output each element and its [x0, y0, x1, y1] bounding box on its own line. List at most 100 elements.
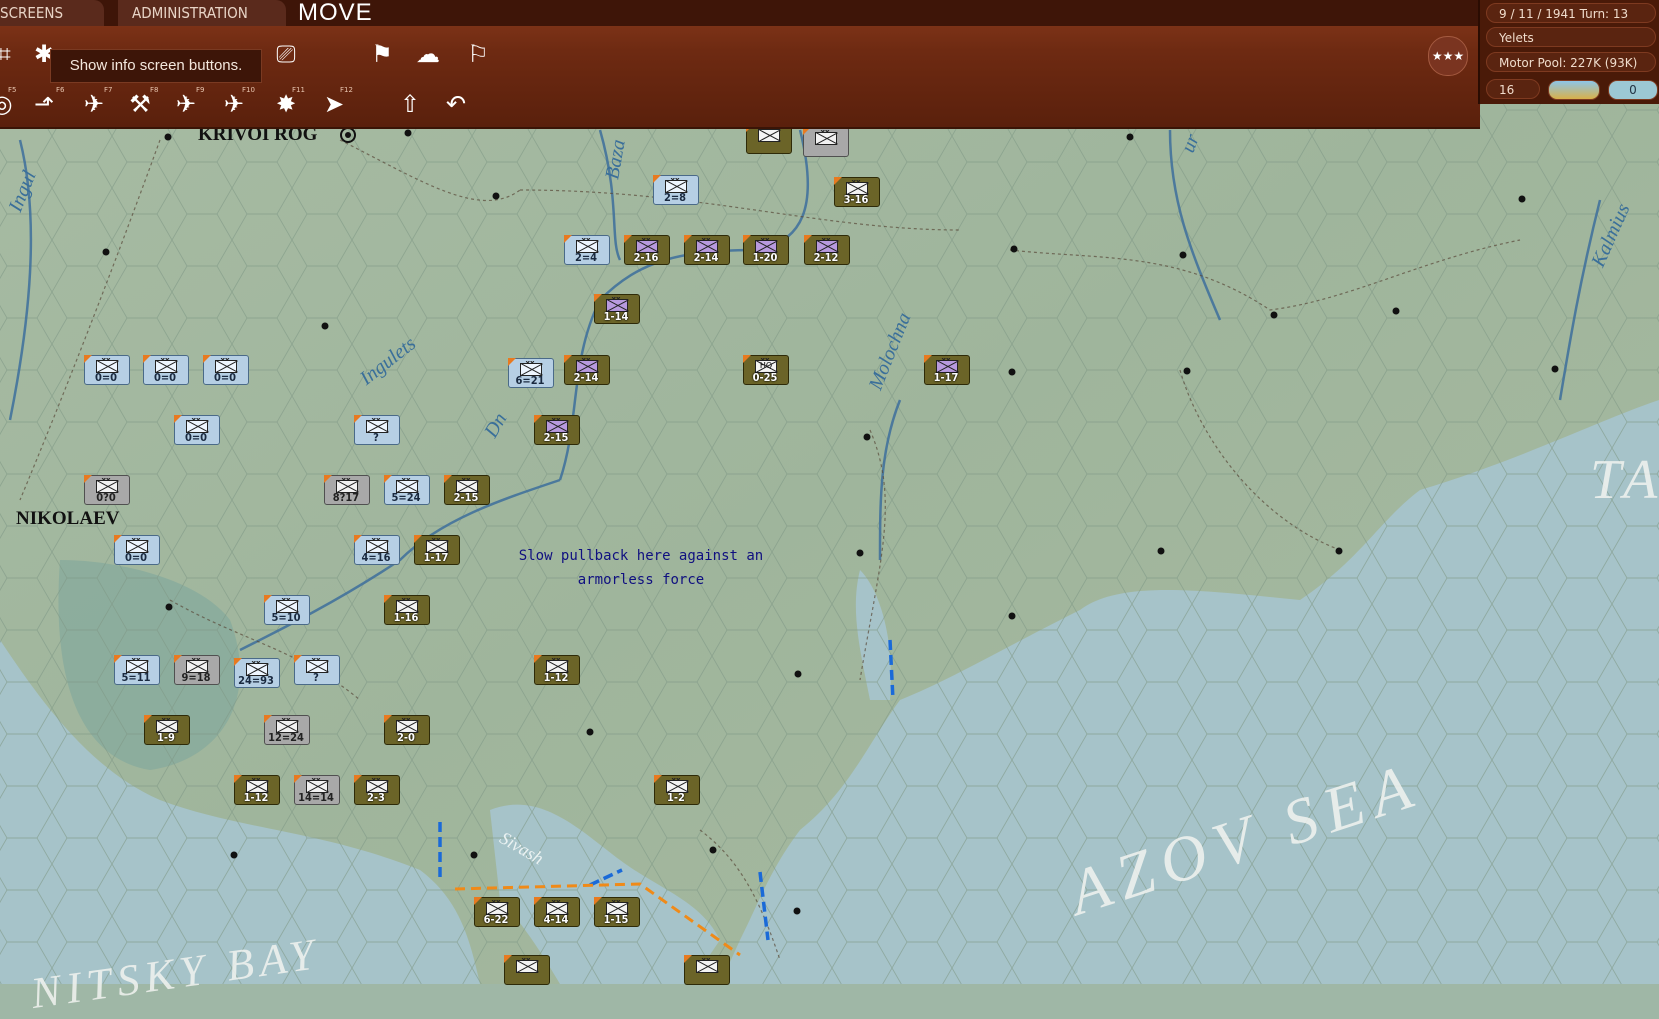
location-field[interactable]: Yelets — [1486, 27, 1656, 47]
unit-counter[interactable]: xx2=8 — [653, 175, 699, 205]
unit-strength-label: 1-2 — [667, 791, 685, 804]
unit-counter[interactable]: xx0?0 — [84, 475, 130, 505]
unit-strength-label: 2=4 — [574, 251, 598, 264]
unit-counter[interactable]: xx14=14 — [294, 775, 340, 805]
unit-counter[interactable]: xx6-22 — [474, 897, 520, 927]
unit-strength-label: 1-12 — [243, 791, 269, 804]
unit-strength-label: 24=93 — [238, 674, 274, 687]
unit-strength-label: 0?0 — [96, 491, 116, 504]
screen-icon[interactable]: ⌗ — [0, 36, 22, 72]
unit-strength-label: 1-9 — [157, 731, 175, 744]
unit-counter[interactable]: xx1-2 — [654, 775, 700, 805]
up-arrow-icon[interactable]: ⇧ — [392, 86, 428, 122]
unit-counter[interactable]: xx2-15 — [444, 475, 490, 505]
unit-strength-label: 2-15 — [453, 491, 479, 504]
fkey-label: F11 — [292, 86, 305, 94]
unit-counter[interactable]: xx0=0 — [174, 415, 220, 445]
unit-strength-label: 2=8 — [663, 191, 687, 204]
unit-counter[interactable]: xx2-0 — [384, 715, 430, 745]
unit-strength-label: 2-15 — [543, 431, 569, 444]
unit-strength-label: 2-12 — [813, 251, 839, 264]
unit-strength-label: ? — [313, 671, 319, 684]
unit-strength-label: ? — [373, 431, 379, 444]
unit-strength-label: 1-17 — [933, 371, 959, 384]
unit-counter[interactable]: xx1-16 — [384, 595, 430, 625]
unit-strength-label: 14=14 — [298, 791, 334, 804]
small-box-value: 0 — [1629, 83, 1637, 97]
unit-counter[interactable]: xx0=0 — [203, 355, 249, 385]
unit-symbol-icon — [516, 960, 538, 973]
unit-counter[interactable]: xx5=11 — [114, 655, 160, 685]
unit-counter[interactable]: xx4-14 — [534, 897, 580, 927]
flag-save-icon[interactable]: ⚑ — [364, 36, 400, 72]
unit-counter[interactable]: xx1-20 — [743, 235, 789, 265]
unit-counter[interactable]: xx2-12 — [804, 235, 850, 265]
command-bar: SCREENS ADMINISTRATION MOVE ⌗ ✱ ⎚ ⚑ ☁ ⚐ … — [0, 0, 1480, 129]
unit-strength-label: 5=24 — [391, 491, 421, 504]
unit-counter[interactable]: xx6=21 — [508, 358, 554, 388]
date-turn: 9 / 11 / 1941 Turn: 13 — [1486, 3, 1656, 23]
weather-bar[interactable] — [1548, 80, 1600, 100]
unit-counter[interactable]: xx1-17 — [414, 535, 460, 565]
unit-counter[interactable]: xx — [803, 127, 849, 157]
unit-counter[interactable]: xx1-12 — [234, 775, 280, 805]
unit-counter[interactable]: xx1-17 — [924, 355, 970, 385]
camera-icon[interactable]: ⎚ — [268, 36, 304, 72]
unit-counter[interactable]: xx2=4 — [564, 235, 610, 265]
unit-counter[interactable]: xx — [684, 955, 730, 985]
tab-screens[interactable]: SCREENS — [0, 0, 104, 26]
unit-counter[interactable]: xx1-15 — [594, 897, 640, 927]
fkey-label: F8 — [150, 86, 159, 94]
unit-counter[interactable]: xx2-15 — [534, 415, 580, 445]
unit-counter[interactable]: xx? — [354, 415, 400, 445]
unit-counter[interactable]: xx0=0 — [84, 355, 130, 385]
unit-strength-label: 2-14 — [573, 371, 599, 384]
unit-counter[interactable]: xx — [504, 955, 550, 985]
unit-counter[interactable]: xx1-12 — [534, 655, 580, 685]
map-note: Slow pullback here against an armorless … — [518, 548, 764, 588]
unit-counter[interactable]: xx24=93 — [234, 658, 280, 688]
unit-strength-label: 2-16 — [633, 251, 659, 264]
unit-counter[interactable]: xx0=0 — [114, 535, 160, 565]
count-field: 16 — [1486, 79, 1540, 99]
unit-strength-label: 1-14 — [603, 310, 629, 323]
unit-strength-label: 2-3 — [367, 791, 385, 804]
unit-counter[interactable]: xx2-14 — [684, 235, 730, 265]
fkey-label: F12 — [340, 86, 353, 94]
unit-strength-label: 1-16 — [393, 611, 419, 624]
unit-counter[interactable]: xx2-14 — [564, 355, 610, 385]
unit-strength-label: 1-17 — [423, 551, 449, 564]
rank-stars-button[interactable]: ★★★ — [1428, 36, 1468, 76]
unit-strength-label: 6=21 — [515, 374, 545, 387]
unit-symbol-icon — [758, 129, 780, 142]
phase-title: MOVE — [298, 0, 373, 26]
unit-counter[interactable]: xx2-16 — [624, 235, 670, 265]
unit-counter[interactable]: xx2-3 — [354, 775, 400, 805]
unit-counter[interactable]: xx9=18 — [174, 655, 220, 685]
unit-counter[interactable]: xx0=0 — [143, 355, 189, 385]
undo-icon[interactable]: ↶ — [438, 86, 474, 122]
unit-strength-label: 5=11 — [121, 671, 151, 684]
unit-counter[interactable]: xx12=24 — [264, 715, 310, 745]
unit-counter[interactable]: xx4=16 — [354, 535, 400, 565]
unit-strength-label: 1-20 — [752, 251, 778, 264]
pennant-icon[interactable]: ⚐ — [460, 36, 496, 72]
unit-counter[interactable]: xx1-14 — [594, 294, 640, 324]
fkey-label: F5 — [8, 86, 17, 94]
sea-label-ta: TA — [1590, 449, 1659, 511]
unit-counter[interactable]: xx1-9 — [144, 715, 190, 745]
unit-counter[interactable]: xx3-16 — [834, 177, 880, 207]
unit-counter[interactable]: xx? — [294, 655, 340, 685]
unit-counter[interactable]: xx5=10 — [264, 595, 310, 625]
unit-counter[interactable]: xxHQ0-25 — [743, 355, 789, 385]
weather-icon[interactable]: ☁ — [410, 36, 446, 72]
unit-strength-label: 9=18 — [181, 671, 211, 684]
unit-counter[interactable]: xx8?17 — [324, 475, 370, 505]
tooltip: Show info screen buttons. — [50, 49, 262, 83]
unit-strength-label: 2-14 — [693, 251, 719, 264]
unit-counter[interactable]: xx5=24 — [384, 475, 430, 505]
tab-administration[interactable]: ADMINISTRATION — [118, 0, 286, 26]
fkey-label: F6 — [56, 86, 65, 94]
small-box-field[interactable]: 0 — [1608, 80, 1658, 100]
city-label-nikolaev: NIKOLAEV — [16, 508, 120, 529]
